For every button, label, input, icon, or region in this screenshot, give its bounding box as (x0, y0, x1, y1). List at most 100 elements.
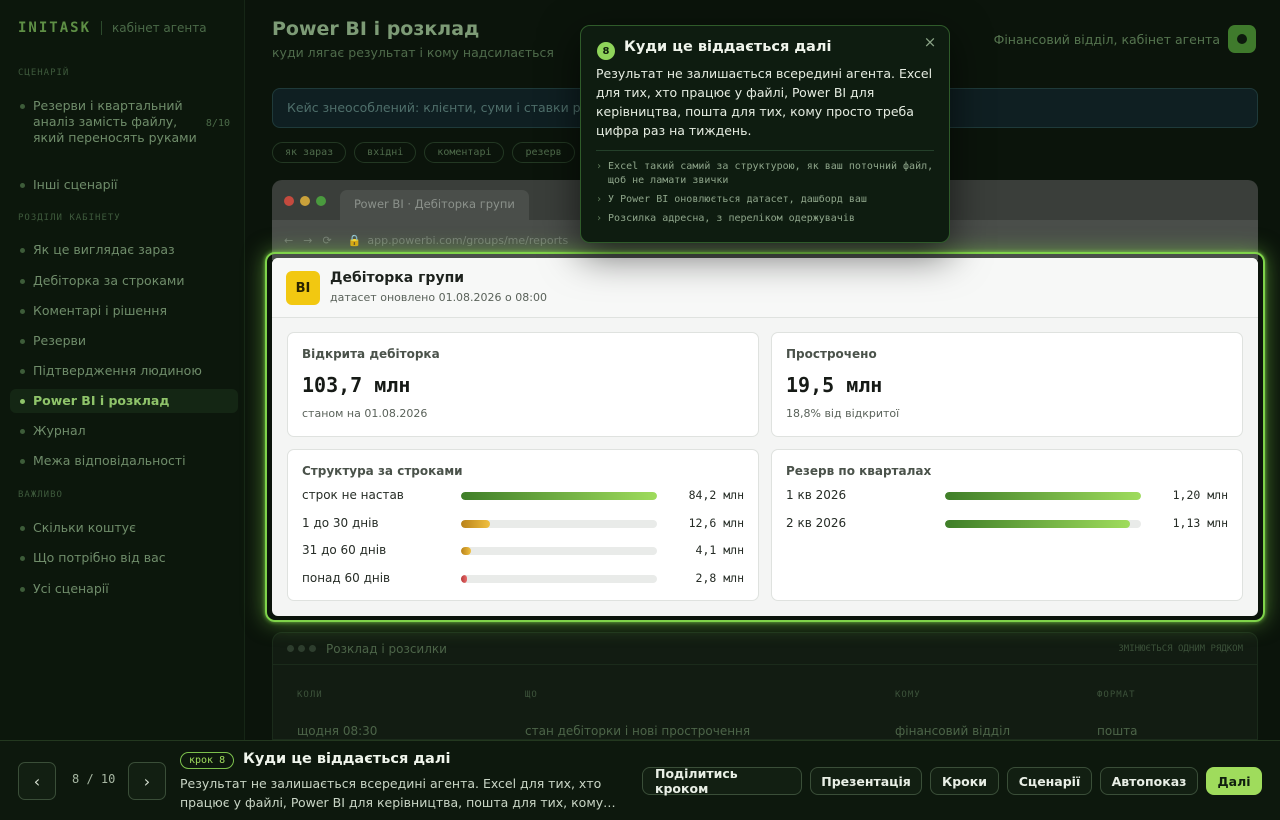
sidebar-item-label: Коментарі і рішення (33, 303, 167, 318)
divider (596, 150, 934, 151)
bullet-icon (20, 369, 25, 374)
avatar[interactable] (1228, 25, 1256, 53)
tooltip-bullets: › Excel такий самий за структурою, як ваш… (596, 160, 936, 231)
kpi-note: станом на 01.08.2026 (302, 407, 428, 420)
bullet-icon (20, 587, 25, 592)
presentation-button[interactable]: Презентація (810, 767, 922, 795)
next-button[interactable]: Далі (1206, 767, 1262, 795)
minimize-window-icon[interactable] (300, 196, 310, 206)
autoplay-button[interactable]: Автопоказ (1100, 767, 1198, 795)
bar-fill (461, 519, 491, 528)
bar-label: 1 до 30 днів (302, 515, 379, 530)
bar-label: 31 до 60 днів (302, 543, 387, 557)
report-title: Дебіторка групи (330, 270, 465, 286)
sidebar-item-label: Усі сценарії (33, 581, 109, 596)
chip-current[interactable]: як зараз (272, 142, 347, 163)
sidebar-item-label: Дебіторка за строками (33, 273, 185, 288)
col-to: КОМУ (895, 690, 921, 700)
sidebar-item-current-scenario[interactable]: Резерви і квартальний аналіз замість фай… (10, 94, 238, 150)
report-header: BI Дебіторка групи датасет оновлено 01.0… (272, 258, 1258, 318)
section-scenario-heading: СЦЕНАРІЙ (18, 68, 70, 78)
user-label: Фінансовий відділ, кабінет агента (993, 31, 1220, 47)
share-step-button[interactable]: Поділитись кроком (642, 766, 802, 796)
cell-what: стан дебіторки і нові прострочення (525, 724, 751, 738)
browser-tab[interactable]: Power BI · Дебіторка групи (340, 190, 529, 220)
bullet-icon (20, 339, 25, 344)
back-icon[interactable]: ← (284, 234, 293, 247)
cell-when: щодня 08:30 (297, 724, 378, 738)
chevron-right-icon: › (143, 771, 151, 791)
bar-value: 84,2 млн (688, 488, 744, 502)
bullet-icon (20, 526, 25, 531)
kpi-label: Прострочено (786, 347, 877, 361)
user-icon (1237, 34, 1247, 44)
bar-row: 2 кв 2026 1,13 млн (786, 516, 1228, 532)
url-text: app.powerbi.com/groups/me/reports (367, 233, 569, 247)
prev-step-button[interactable]: ‹ (18, 762, 56, 800)
user-info[interactable]: Фінансовий відділ, кабінет агента (994, 25, 1256, 53)
sidebar-item-current-state[interactable]: Як це виглядає зараз (10, 238, 238, 262)
close-icon[interactable]: × (921, 34, 939, 52)
chevron-right-icon: › (596, 161, 603, 172)
page-subtitle: куди лягає результат і кому надсилається (272, 45, 554, 60)
col-format: ФОРМАТ (1097, 690, 1136, 700)
sidebar-item-requirements[interactable]: Що потрібно від вас (10, 546, 238, 570)
bullet-icon (20, 459, 25, 464)
bullet-icon (20, 556, 25, 561)
chip-inputs[interactable]: вхідні (354, 142, 417, 163)
sidebar-item-journal[interactable]: Журнал (10, 419, 238, 443)
bar-fill (461, 574, 468, 583)
reload-icon[interactable]: ⟳ (322, 234, 331, 247)
chip-comments[interactable]: коментарі (424, 142, 505, 163)
url-field[interactable]: 🔒 app.powerbi.com/groups/me/reports (348, 234, 569, 247)
chevron-right-icon: › (596, 194, 603, 205)
list-item: › У Power BI оновлюється датасет, дашборд… (596, 193, 936, 207)
lock-icon: 🔒 (347, 233, 362, 247)
sidebar-item-aging[interactable]: Дебіторка за строками (10, 269, 238, 293)
sidebar-item-reserves[interactable]: Резерви (10, 329, 238, 353)
sidebar-item-powerbi[interactable]: Power BI і розклад (10, 389, 238, 413)
sidebar-item-responsibility[interactable]: Межа відповідальності (10, 449, 238, 473)
bar-fill (945, 492, 1141, 500)
sidebar-item-label: Журнал (33, 423, 86, 438)
bar-label: 2 кв 2026 (786, 515, 847, 530)
bullet-icon (20, 104, 25, 109)
bullet-text: У Power BI оновлюється датасет, дашборд … (608, 194, 867, 205)
close-window-icon[interactable] (284, 196, 294, 206)
tour-controls: ‹ 8 / 10 › крок 8 Куди це віддається дал… (0, 740, 1280, 820)
bar-track (461, 492, 657, 500)
maximize-window-icon[interactable] (316, 196, 326, 206)
sidebar-item-all-scenarios[interactable]: Усі сценарії (10, 577, 238, 601)
steps-button[interactable]: Кроки (930, 767, 999, 795)
bar-row: 31 до 60 днів 4,1 млн (302, 543, 744, 559)
powerbi-report: BI Дебіторка групи датасет оновлено 01.0… (272, 258, 1258, 616)
sidebar-item-label: Межа відповідальності (33, 453, 186, 468)
cell-format: пошта (1097, 724, 1138, 738)
sidebar-item-comments[interactable]: Коментарі і рішення (10, 299, 238, 323)
bar-value: 1,20 млн (1172, 488, 1228, 502)
scenarios-button[interactable]: Сценарії (1007, 767, 1092, 795)
bar-label: 1 кв 2026 (786, 488, 847, 502)
page-title: Power BI і розклад (272, 18, 480, 40)
forward-icon[interactable]: → (303, 234, 312, 247)
brand-logo: INITASK (18, 20, 92, 36)
sidebar-item-cost[interactable]: Скільки коштує (10, 516, 238, 540)
step-tooltip: 8 Куди це віддається далі × Результат не… (580, 25, 950, 243)
bar-track (945, 519, 1141, 528)
next-step-arrow-button[interactable]: › (128, 762, 166, 800)
section-more-heading: ВАЖЛИВО (18, 490, 63, 500)
bar-label: понад 60 днів (302, 570, 391, 585)
bar-label: строк не настав (302, 488, 404, 502)
bar-track (461, 547, 657, 555)
bullet-icon (20, 309, 25, 314)
step-description: Результат не залишається всередині агент… (180, 776, 616, 810)
kpi-value: 103,7 млн (302, 373, 411, 397)
chip-reserve[interactable]: резерв (512, 142, 575, 163)
sidebar-item-other-scenarios[interactable]: Інші сценарії (10, 173, 238, 197)
sidebar-item-human-approval[interactable]: Підтвердження людиною (10, 359, 238, 383)
bar-value: 4,1 млн (695, 543, 744, 557)
col-what: ЩО (525, 690, 538, 700)
bullet-text: Excel такий самий за структурою, як ваш … (608, 161, 934, 186)
sidebar-item-label: Як це виглядає зараз (33, 242, 175, 257)
col-when: КОЛИ (297, 690, 323, 700)
